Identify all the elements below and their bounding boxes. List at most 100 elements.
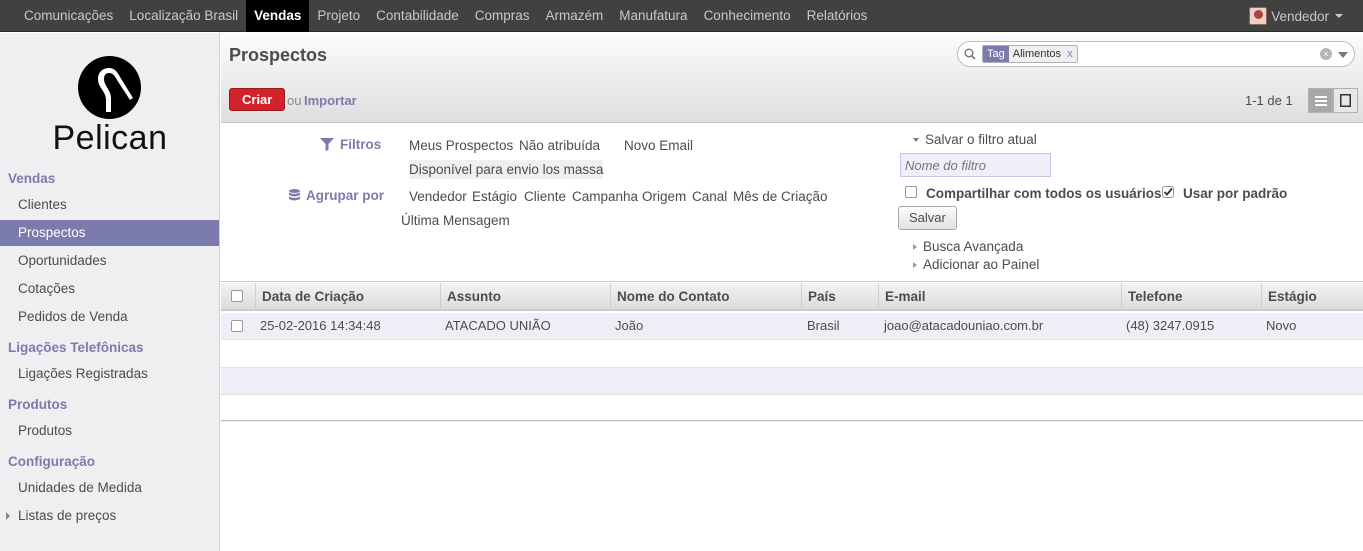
- sidebar-item-clientes[interactable]: Clientes: [0, 192, 219, 218]
- advanced-search-toggle[interactable]: Busca Avançada: [913, 239, 1023, 254]
- checkmark-icon: [1162, 186, 1174, 198]
- chevron-down-icon: [1335, 14, 1343, 18]
- company-logo[interactable]: Pelican: [0, 53, 220, 163]
- page-title: Prospectos: [229, 45, 328, 65]
- list-view-button[interactable]: [1308, 88, 1333, 113]
- sidebar: Pelican Vendas Clientes Prospectos Oport…: [0, 33, 220, 551]
- table-header: Data de Criação Assunto Nome do Contato …: [221, 283, 1363, 311]
- search-bar[interactable]: Tag Alimentos x ×: [957, 41, 1355, 67]
- topmenu-localizacao-brasil[interactable]: Localização Brasil: [121, 0, 246, 32]
- topmenu-comunicacoes[interactable]: Comunicações: [16, 0, 121, 32]
- sidebar-item-ligacoes-registradas[interactable]: Ligações Registradas: [0, 361, 219, 387]
- column-header-nome-contato[interactable]: Nome do Contato: [610, 283, 801, 311]
- cell-nome-contato: João: [615, 318, 644, 333]
- groupby-mes-de-criacao[interactable]: Mês de Criação: [733, 189, 828, 204]
- import-link[interactable]: Importar: [304, 93, 357, 108]
- cell-telefone: (48) 3247.0915: [1126, 318, 1215, 333]
- database-icon: [289, 188, 300, 200]
- logo-text: Pelican: [52, 119, 168, 157]
- groupby-estagio[interactable]: Estágio: [472, 189, 517, 204]
- view-switcher: [1308, 88, 1358, 113]
- groupby-cliente[interactable]: Cliente: [524, 189, 566, 204]
- group-by-heading: Agrupar por: [289, 188, 384, 203]
- topmenu-relatorios[interactable]: Relatórios: [799, 0, 876, 32]
- facet-remove-button[interactable]: x: [1067, 48, 1073, 60]
- groupby-ultima-mensagem[interactable]: Última Mensagem: [401, 213, 510, 228]
- add-to-dashboard-label: Adicionar ao Painel: [923, 257, 1040, 272]
- sidebar-item-oportunidades[interactable]: Oportunidades: [0, 248, 219, 274]
- column-header-email[interactable]: E-mail: [878, 283, 1121, 311]
- filter-name-input[interactable]: [900, 153, 1051, 177]
- list-icon: [1314, 95, 1327, 106]
- pager-value[interactable]: 1-1 de 1: [1245, 93, 1293, 108]
- sidebar-item-prospectos[interactable]: Prospectos: [0, 220, 219, 246]
- topmenu-contabilidade[interactable]: Contabilidade: [368, 0, 467, 32]
- app-menu: Comunicações Localização Brasil Vendas P…: [16, 0, 875, 32]
- table-row[interactable]: 25-02-2016 14:34:48 ATACADO UNIÃO João B…: [221, 313, 1363, 340]
- user-menu[interactable]: Vendedor: [1249, 0, 1343, 32]
- topmenu-armazem[interactable]: Armazém: [538, 0, 612, 32]
- use-default-checkbox[interactable]: [1162, 186, 1174, 198]
- filter-novo-email[interactable]: Novo Email: [624, 138, 693, 153]
- topmenu-conhecimento[interactable]: Conhecimento: [696, 0, 799, 32]
- search-drawer: Filtros Meus Prospectos Não atribuída No…: [221, 124, 1363, 282]
- filter-nao-atribuida[interactable]: Não atribuída: [519, 138, 600, 153]
- use-default-label: Usar por padrão: [1183, 186, 1288, 201]
- column-header-pais[interactable]: País: [801, 283, 878, 311]
- column-header-assunto[interactable]: Assunto: [440, 283, 610, 311]
- clear-search-icon[interactable]: ×: [1320, 48, 1332, 60]
- sidebar-item-pedidos-de-venda[interactable]: Pedidos de Venda: [0, 304, 219, 330]
- column-header-estagio[interactable]: Estágio: [1261, 283, 1363, 311]
- cell-estagio: Novo: [1266, 318, 1297, 333]
- topmenu-vendas[interactable]: Vendas: [246, 0, 310, 32]
- expand-arrow-icon: [6, 512, 10, 520]
- empty-table-row: [221, 395, 1363, 422]
- empty-table-row: [221, 368, 1363, 395]
- sidebar-item-label: Listas de preços: [18, 508, 117, 523]
- column-header-data-criacao[interactable]: Data de Criação: [255, 283, 440, 311]
- search-facet: Tag Alimentos x: [982, 45, 1078, 63]
- table-footer: [221, 420, 1363, 422]
- groupby-vendedor[interactable]: Vendedor: [409, 189, 467, 204]
- chevron-down-icon: [913, 138, 919, 143]
- avatar: [1249, 7, 1268, 25]
- filters-heading: Filtros: [320, 137, 381, 152]
- filter-disponivel-envio-massa[interactable]: Disponível para envio los massa: [409, 160, 604, 179]
- facet-category: Tag: [983, 46, 1009, 62]
- filters-label: Filtros: [340, 137, 382, 152]
- save-current-filter-toggle[interactable]: Salvar o filtro atual: [913, 132, 1037, 147]
- sidebar-item-listas-de-precos[interactable]: Listas de preços: [0, 503, 219, 529]
- chevron-right-icon: [913, 262, 917, 269]
- groupby-canal[interactable]: Canal: [692, 189, 727, 204]
- cell-data-criacao: 25-02-2016 14:34:48: [260, 318, 381, 333]
- sidebar-item-produtos[interactable]: Produtos: [0, 418, 219, 444]
- sidebar-item-cotacoes[interactable]: Cotações: [0, 276, 219, 302]
- topmenu-projeto[interactable]: Projeto: [309, 0, 368, 32]
- search-icon: [964, 48, 976, 60]
- share-all-users-checkbox[interactable]: [905, 186, 917, 198]
- top-navbar: Comunicações Localização Brasil Vendas P…: [0, 0, 1363, 32]
- filter-meus-prospectos[interactable]: Meus Prospectos: [409, 138, 513, 153]
- groupby-origem[interactable]: Origem: [642, 189, 686, 204]
- save-filter-button[interactable]: Salvar: [898, 206, 957, 230]
- group-by-label: Agrupar por: [306, 188, 385, 203]
- form-view-button[interactable]: [1333, 88, 1358, 113]
- sidebar-section-ligacoes: Ligações Telefônicas: [8, 340, 144, 355]
- add-to-dashboard-toggle[interactable]: Adicionar ao Painel: [913, 257, 1039, 272]
- select-all-checkbox[interactable]: [231, 290, 243, 302]
- topmenu-manufatura[interactable]: Manufatura: [611, 0, 695, 32]
- user-name: Vendedor: [1271, 8, 1329, 24]
- cell-assunto: ATACADO UNIÃO: [445, 318, 551, 333]
- cell-email: joao@atacadouniao.com.br: [884, 318, 1044, 333]
- groupby-campanha[interactable]: Campanha: [572, 189, 638, 204]
- create-button[interactable]: Criar: [229, 88, 286, 111]
- save-current-filter-label: Salvar o filtro atual: [925, 132, 1037, 147]
- advanced-search-label: Busca Avançada: [923, 239, 1024, 254]
- chevron-right-icon: [913, 244, 917, 251]
- sidebar-item-unidades-de-medida[interactable]: Unidades de Medida: [0, 475, 219, 501]
- search-options-toggle-icon[interactable]: [1338, 52, 1348, 58]
- row-checkbox[interactable]: [231, 320, 243, 332]
- column-header-telefone[interactable]: Telefone: [1121, 283, 1261, 311]
- topmenu-compras[interactable]: Compras: [467, 0, 538, 32]
- or-text: ou: [287, 93, 302, 108]
